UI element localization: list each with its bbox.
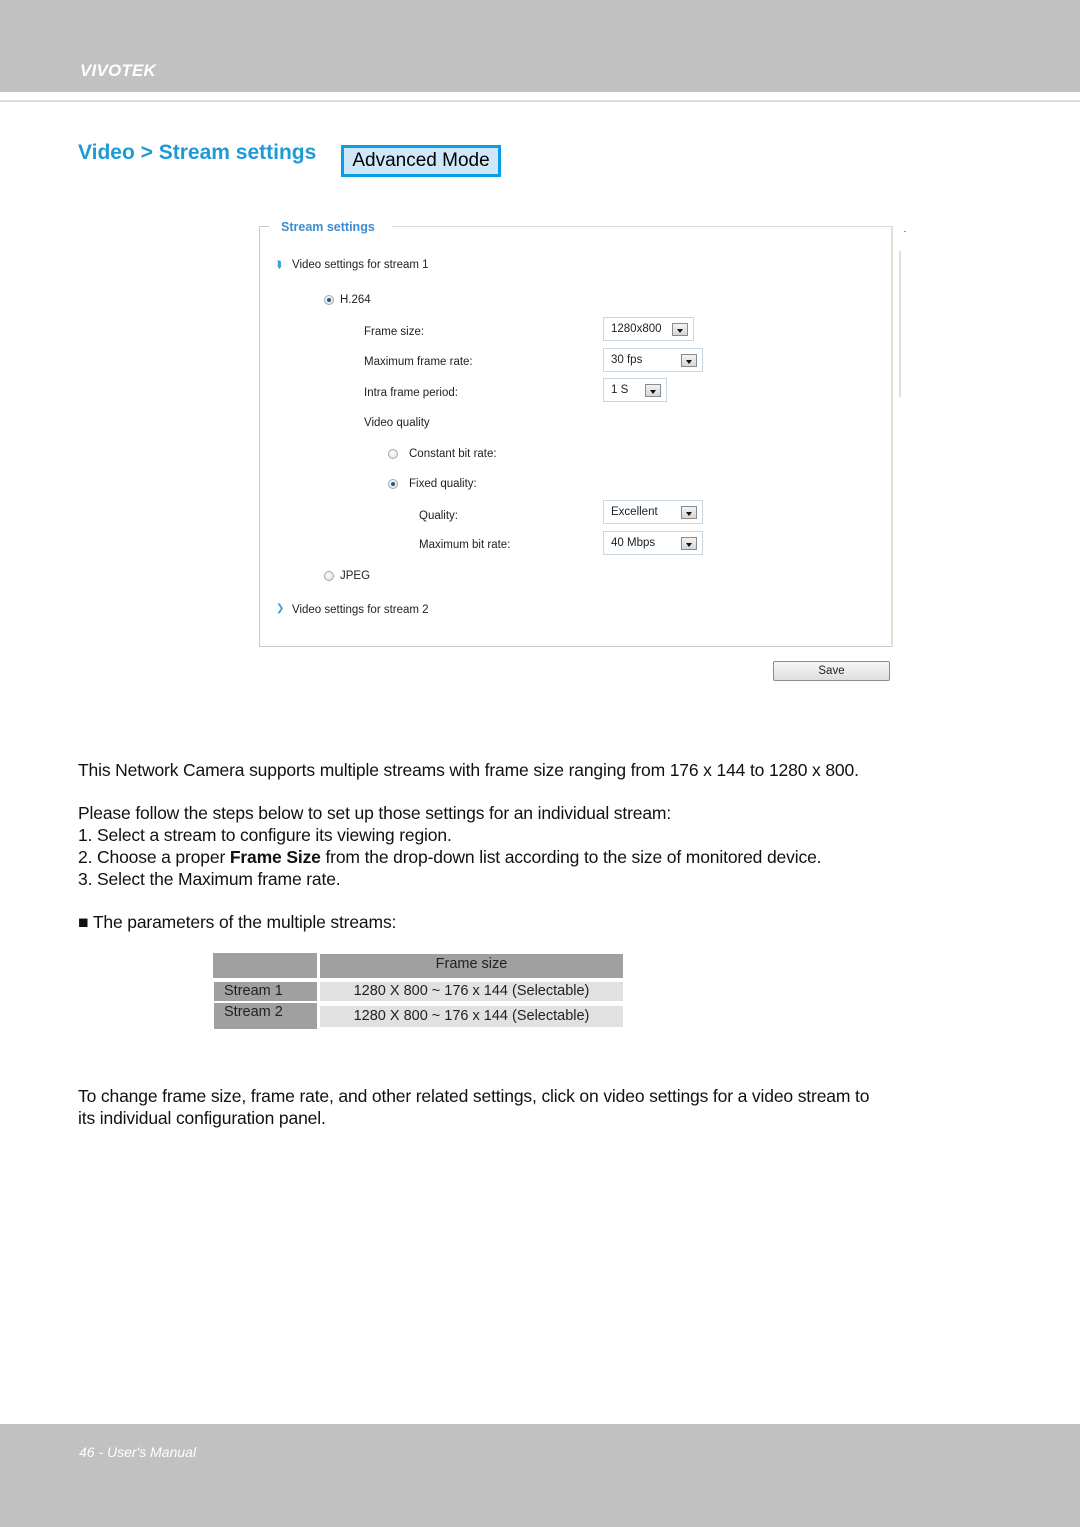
brand-logo: VIVOTEK [80,61,157,80]
video-quality-label: Video quality [364,417,430,429]
page-title: Video > Stream settings [78,141,317,164]
max-bit-rate-select[interactable]: 40 Mbps [603,531,703,555]
steps-intro: Please follow the steps below to set up … [78,803,672,823]
step-2: 2. Choose a proper Frame Size from the d… [78,847,822,868]
h264-label: H.264 [340,294,371,306]
frame-size-value: 1280x800 [611,323,662,335]
step-2-suffix: from the drop-down list according to the… [320,847,822,867]
intra-frame-period-label: Intra frame period: [364,387,458,399]
h264-radio[interactable] [324,295,334,305]
intra-frame-period-value: 1 S [611,384,629,396]
constant-bit-rate-radio[interactable] [388,449,398,459]
panel-border-top-left [259,226,269,227]
jpeg-radio[interactable] [324,571,334,581]
constant-bit-rate-label: Constant bit rate: [409,448,497,460]
intra-frame-period-select[interactable]: 1 S [603,378,667,402]
step-2-bold: Frame Size [229,847,321,867]
intro-paragraph: This Network Camera supports multiple st… [78,760,859,780]
step-3: 3. Select the Maximum frame rate. [78,869,341,889]
quality-label: Quality: [419,510,458,522]
page-number: 46 - User's Manual [79,1444,197,1460]
jpeg-label: JPEG [340,570,371,582]
dropdown-arrow-icon[interactable] [645,384,661,397]
table-row-value: 1280 X 800 ~ 176 x 144 (Selectable) [320,1006,623,1027]
stream2-toggle[interactable]: Video settings for stream 2 [292,604,429,616]
quality-value: Excellent [611,506,658,518]
panel-border-top-right [392,226,892,227]
table-row-value: 1280 X 800 ~ 176 x 144 (Selectable) [320,982,623,1001]
footer-band [0,1424,1080,1527]
max-bit-rate-value: 40 Mbps [611,537,656,549]
stream-settings-panel [259,226,893,647]
chevron-right-icon[interactable]: ❯ [276,603,284,614]
params-heading: ■ The parameters of the multiple streams… [78,912,397,932]
max-frame-rate-label: Maximum frame rate: [364,356,473,368]
table-row-name: Stream 2 [214,1003,317,1029]
save-button[interactable]: Save [773,661,890,681]
scrollbar[interactable] [899,251,901,397]
dropdown-arrow-icon[interactable] [672,323,688,336]
quality-select[interactable]: Excellent [603,500,703,524]
max-frame-rate-select[interactable]: 30 fps [603,348,703,372]
dropdown-arrow-icon[interactable] [681,506,697,519]
dropdown-arrow-icon[interactable] [681,537,697,550]
closing-line-1: To change frame size, frame rate, and ot… [78,1086,870,1106]
table-row-name: Stream 1 [214,982,317,1001]
header-band [0,0,1080,92]
advanced-mode-button[interactable]: Advanced Mode [341,145,501,177]
panel-legend: Stream settings [279,220,377,234]
table-header-frame-size: Frame size [320,954,623,978]
chevron-down-icon[interactable]: ⮯ [276,260,282,271]
fixed-quality-radio[interactable] [388,479,398,489]
panel-border-right [891,226,893,647]
closing-line-2: its individual configuration panel. [78,1108,326,1128]
max-frame-rate-value: 30 fps [611,354,643,366]
table-header-blank [213,953,317,978]
stream1-toggle[interactable]: Video settings for stream 1 [292,259,429,271]
step-2-prefix: 2. Choose a proper [78,847,230,867]
dropdown-arrow-icon[interactable] [681,354,697,367]
max-bit-rate-label: Maximum bit rate: [419,539,511,551]
step-1: 1. Select a stream to configure its view… [78,825,452,845]
decorative-dot [904,231,906,232]
frame-size-select[interactable]: 1280x800 [603,317,694,341]
frame-size-label: Frame size: [364,326,425,338]
header-divider [0,100,1080,102]
fixed-quality-label: Fixed quality: [409,478,477,490]
